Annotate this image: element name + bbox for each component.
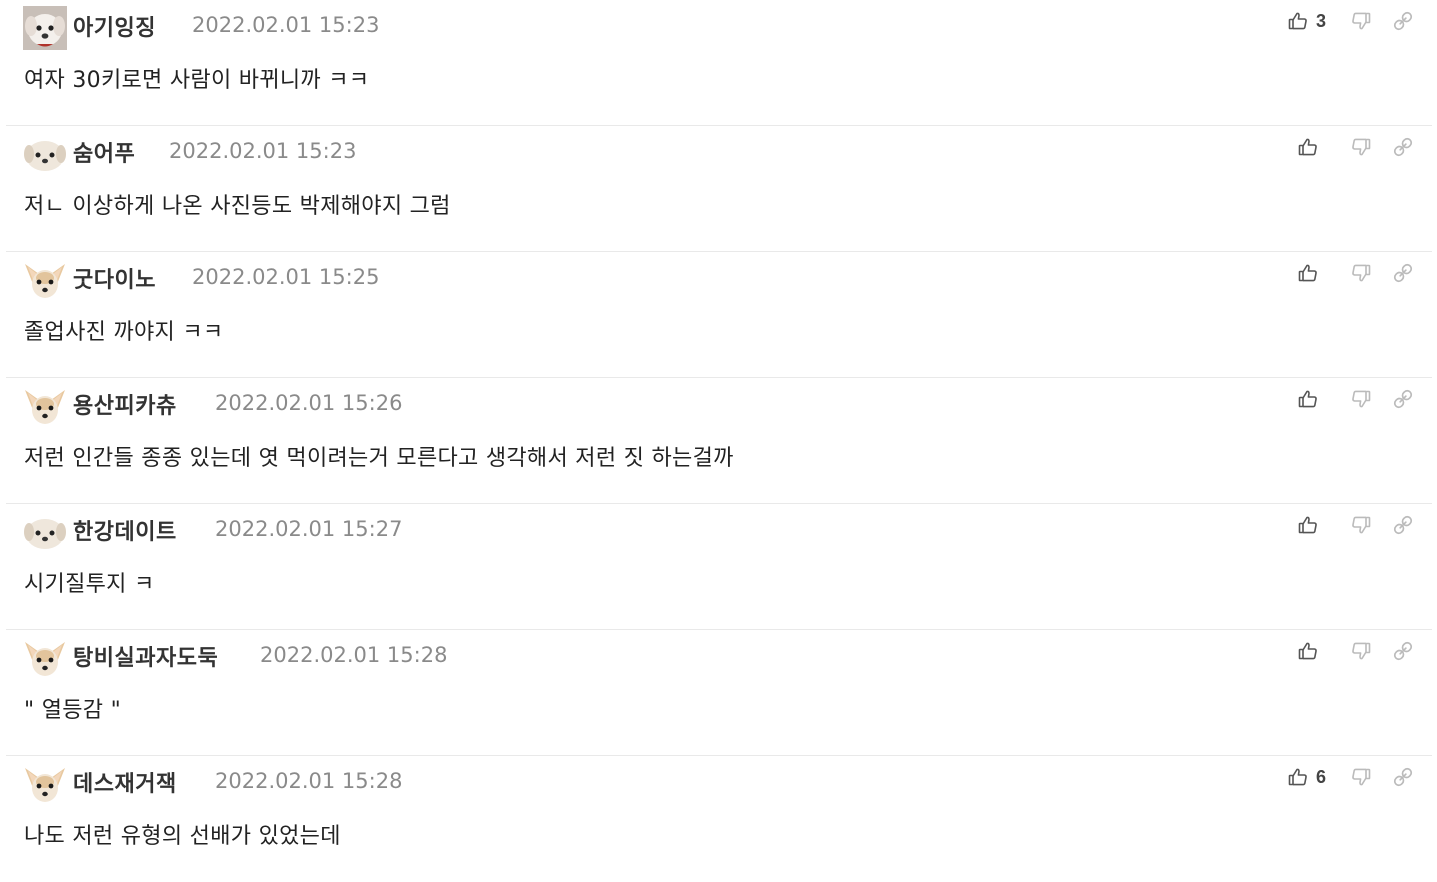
- chihuahua-icon[interactable]: [23, 636, 67, 680]
- link-icon: [1392, 766, 1414, 788]
- comment-actions: 6: [1288, 765, 1414, 789]
- link-icon: [1392, 388, 1414, 410]
- thumbs-up-icon: [1298, 515, 1318, 535]
- comment-nickname[interactable]: 굿다이노: [73, 262, 156, 294]
- comment-nickname[interactable]: 숨어푸: [73, 136, 135, 168]
- comment-body: " 열등감 ": [24, 698, 122, 723]
- like-count: 6: [1315, 766, 1326, 787]
- comment-nickname[interactable]: 데스재거잭: [73, 766, 177, 798]
- comment-body: 저런 인간들 종종 있는데 엿 먹이려는거 모른다고 생각해서 저런 짓 하는걸…: [24, 446, 734, 471]
- comment-body: 저ㄴ 이상하게 나온 사진등도 박제해야지 그럼: [24, 194, 451, 219]
- comment-item: 숨어푸 2022.02.01 15:23 저ㄴ 이상하게 나온 사진등도 박제해…: [6, 126, 1432, 252]
- comment-item: 용산피카츄 2022.02.01 15:26 저런 인간들 종종 있는데 엿 먹…: [6, 378, 1432, 504]
- like-button[interactable]: [1298, 137, 1338, 157]
- comment-date: 2022.02.01 15:25: [192, 265, 380, 289]
- comment-actions: [1298, 135, 1414, 159]
- share-link-button[interactable]: [1384, 640, 1414, 662]
- chihuahua-icon[interactable]: [23, 258, 67, 302]
- thumbs-up-icon: [1288, 767, 1308, 787]
- comment-item: 굿다이노 2022.02.01 15:25 졸업사진 까야지 ㅋㅋ: [6, 252, 1432, 378]
- dislike-button[interactable]: [1338, 641, 1384, 661]
- thumbs-down-icon: [1351, 137, 1371, 157]
- comment-list: 아기잉징 2022.02.01 15:23 여자 30키로면 사람이 바뀌니까 …: [0, 0, 1437, 882]
- like-button[interactable]: [1298, 263, 1338, 283]
- thumbs-down-icon: [1351, 389, 1371, 409]
- comment-date: 2022.02.01 15:28: [260, 643, 448, 667]
- maltese-puppy-icon[interactable]: [23, 6, 67, 50]
- comment-body: 시기질투지 ㅋ: [24, 572, 155, 597]
- thumbs-up-icon: [1298, 137, 1318, 157]
- thumbs-down-icon: [1351, 767, 1371, 787]
- share-link-button[interactable]: [1384, 136, 1414, 158]
- thumbs-up-icon: [1298, 263, 1318, 283]
- comment-nickname[interactable]: 용산피카츄: [73, 388, 177, 420]
- comment-nickname[interactable]: 한강데이트: [73, 514, 177, 546]
- dislike-button[interactable]: [1338, 515, 1384, 535]
- like-button[interactable]: [1298, 641, 1338, 661]
- white-puppy-icon[interactable]: [23, 132, 67, 176]
- link-icon: [1392, 640, 1414, 662]
- share-link-button[interactable]: [1384, 388, 1414, 410]
- comment-item: 데스재거잭 2022.02.01 15:28 나도 저런 유형의 선배가 있었는…: [6, 756, 1432, 882]
- comment-actions: [1298, 261, 1414, 285]
- like-button[interactable]: [1298, 389, 1338, 409]
- comment-actions: [1298, 387, 1414, 411]
- link-icon: [1392, 262, 1414, 284]
- share-link-button[interactable]: [1384, 10, 1414, 32]
- thumbs-down-icon: [1351, 641, 1371, 661]
- chihuahua-icon[interactable]: [23, 384, 67, 428]
- comment-nickname[interactable]: 탕비실과자도둑: [73, 640, 218, 672]
- link-icon: [1392, 10, 1414, 32]
- thumbs-up-icon: [1288, 11, 1308, 31]
- white-puppy-icon[interactable]: [23, 510, 67, 554]
- comment-body: 여자 30키로면 사람이 바뀌니까 ㅋㅋ: [24, 68, 370, 93]
- thumbs-down-icon: [1351, 11, 1371, 31]
- link-icon: [1392, 514, 1414, 536]
- comment-item: 탕비실과자도둑 2022.02.01 15:28 " 열등감 ": [6, 630, 1432, 756]
- comment-date: 2022.02.01 15:28: [215, 769, 403, 793]
- share-link-button[interactable]: [1384, 262, 1414, 284]
- comment-item: 아기잉징 2022.02.01 15:23 여자 30키로면 사람이 바뀌니까 …: [6, 0, 1432, 126]
- dislike-button[interactable]: [1338, 389, 1384, 409]
- comment-actions: 3: [1288, 9, 1414, 33]
- dislike-button[interactable]: [1338, 767, 1384, 787]
- comment-body: 나도 저런 유형의 선배가 있었는데: [24, 824, 341, 849]
- comment-date: 2022.02.01 15:26: [215, 391, 403, 415]
- like-button[interactable]: 6: [1288, 767, 1338, 788]
- comment-date: 2022.02.01 15:23: [192, 13, 380, 37]
- comment-date: 2022.02.01 15:27: [215, 517, 403, 541]
- thumbs-down-icon: [1351, 515, 1371, 535]
- thumbs-up-icon: [1298, 389, 1318, 409]
- thumbs-up-icon: [1298, 641, 1318, 661]
- like-count: 3: [1315, 10, 1326, 31]
- comment-item: 한강데이트 2022.02.01 15:27 시기질투지 ㅋ: [6, 504, 1432, 630]
- like-button[interactable]: [1298, 515, 1338, 535]
- comment-body: 졸업사진 까야지 ㅋㅋ: [24, 320, 224, 345]
- share-link-button[interactable]: [1384, 766, 1414, 788]
- like-button[interactable]: 3: [1288, 11, 1338, 32]
- comment-date: 2022.02.01 15:23: [169, 139, 357, 163]
- dislike-button[interactable]: [1338, 11, 1384, 31]
- share-link-button[interactable]: [1384, 514, 1414, 536]
- chihuahua-icon[interactable]: [23, 762, 67, 806]
- dislike-button[interactable]: [1338, 137, 1384, 157]
- link-icon: [1392, 136, 1414, 158]
- dislike-button[interactable]: [1338, 263, 1384, 283]
- comment-actions: [1298, 513, 1414, 537]
- comment-actions: [1298, 639, 1414, 663]
- thumbs-down-icon: [1351, 263, 1371, 283]
- comment-nickname[interactable]: 아기잉징: [73, 10, 156, 42]
